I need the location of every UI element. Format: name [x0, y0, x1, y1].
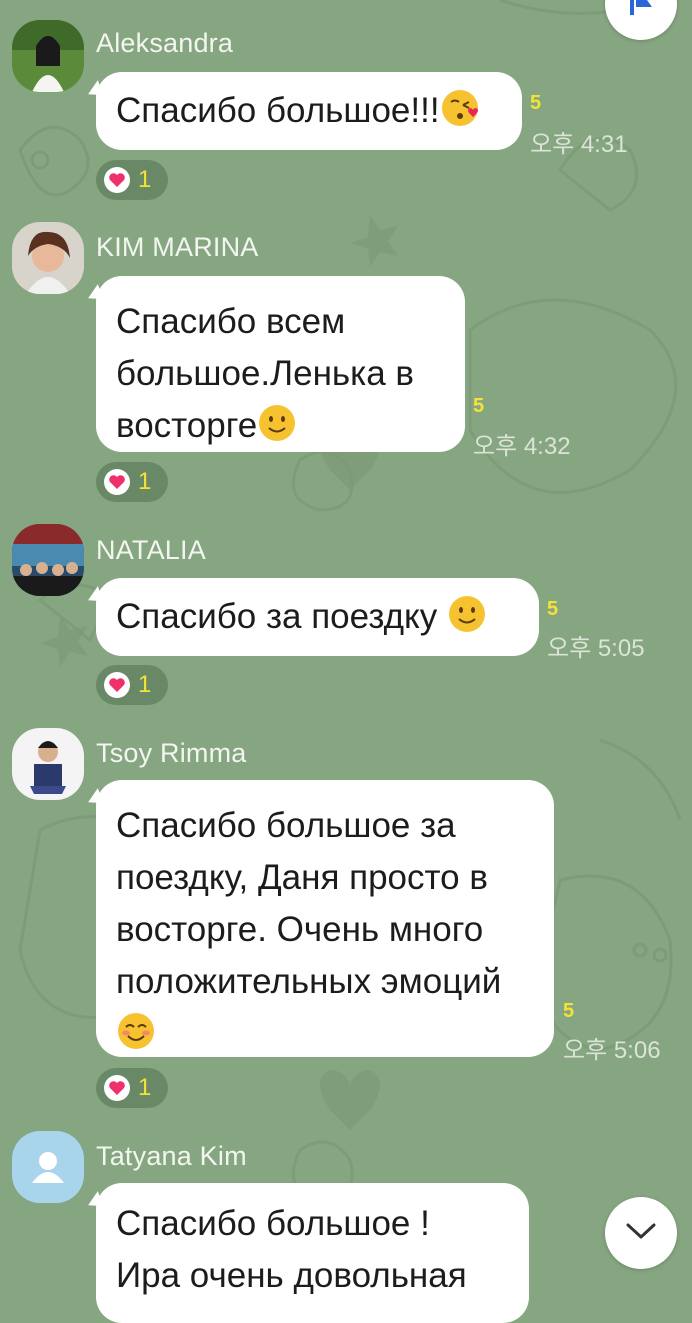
sender-name: NATALIA — [96, 535, 206, 565]
message-bubble[interactable]: Спасибо большое!!! — [96, 72, 522, 150]
message-bubble[interactable]: Спасибо большое ! Ира очень довольная — [96, 1183, 529, 1323]
message-bubble[interactable]: Спасибо всем большое.Ленька в восторге — [96, 276, 465, 452]
blush-smile-icon — [116, 1011, 156, 1051]
avatar[interactable] — [12, 524, 84, 596]
reaction-count: 1 — [138, 166, 152, 193]
avatar[interactable] — [12, 222, 84, 294]
heart-icon — [104, 469, 130, 495]
message-time: 오후 5:05 — [547, 635, 645, 662]
reaction-badge[interactable]: 1 — [96, 160, 168, 200]
unread-count: 5 — [563, 1000, 575, 1022]
message-text: Спасибо большое за поездку, Даня просто … — [116, 806, 502, 1001]
unread-count: 5 — [547, 598, 559, 620]
reaction-badge[interactable]: 1 — [96, 665, 168, 705]
slight-smile-icon — [257, 403, 297, 443]
heart-icon — [104, 167, 130, 193]
flag-icon — [626, 0, 656, 22]
person-icon — [12, 1152, 84, 1203]
sender-name: Aleksandra — [96, 28, 234, 58]
avatar[interactable] — [12, 728, 84, 800]
sender-name: Tatyana Kim — [96, 1141, 247, 1171]
reaction-count: 1 — [138, 468, 152, 495]
unread-count: 5 — [473, 395, 485, 417]
reaction-badge[interactable]: 1 — [96, 1068, 168, 1108]
message-bubble[interactable]: Спасибо большое за поездку, Даня просто … — [96, 780, 554, 1057]
sender-name: Tsoy Rimma — [96, 738, 247, 768]
heart-icon — [104, 672, 130, 698]
message-time: 오후 5:06 — [563, 1037, 661, 1064]
heart-icon — [104, 1075, 130, 1101]
reaction-badge[interactable]: 1 — [96, 462, 168, 502]
avatar[interactable] — [12, 20, 84, 92]
kiss-face-icon — [440, 88, 480, 128]
message-time: 오후 4:32 — [473, 433, 571, 460]
slight-smile-icon — [447, 594, 487, 634]
flag-button[interactable] — [605, 0, 677, 40]
reaction-count: 1 — [138, 1074, 152, 1101]
reaction-count: 1 — [138, 671, 152, 698]
message-bubble[interactable]: Спасибо за поездку — [96, 578, 539, 656]
chevron-down-icon — [625, 1221, 657, 1246]
unread-count: 5 — [530, 92, 542, 114]
message-text: Спасибо большое ! Ира очень довольная — [116, 1204, 467, 1295]
sender-name: KIM MARINA — [96, 232, 259, 262]
scroll-down-button[interactable] — [605, 1197, 677, 1269]
message-time: 오후 4:31 — [530, 131, 628, 158]
message-text: Спасибо за поездку — [116, 597, 447, 636]
avatar[interactable] — [12, 1131, 84, 1203]
message-text: Спасибо большое!!! — [116, 91, 440, 130]
